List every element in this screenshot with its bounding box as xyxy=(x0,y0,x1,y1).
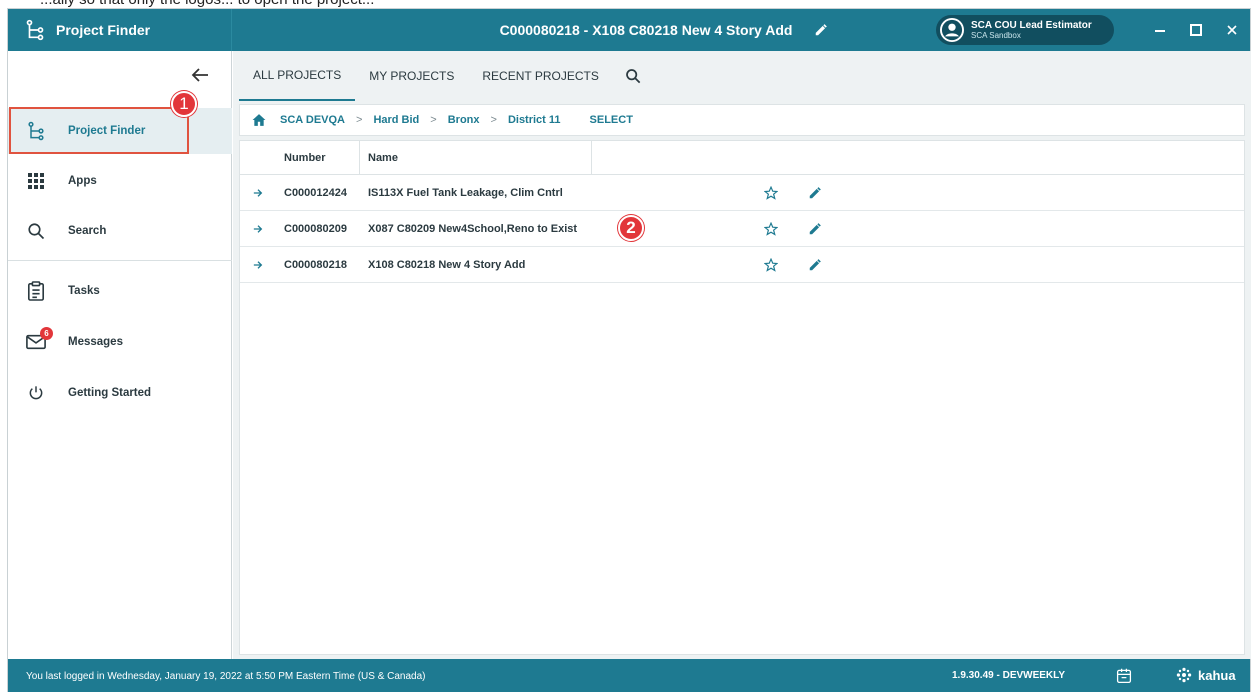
app-name: Project Finder xyxy=(56,22,151,38)
sidebar-item-messages[interactable]: 6 Messages xyxy=(8,319,232,365)
last-login-text: You last logged in Wednesday, January 19… xyxy=(26,670,426,682)
project-name: X108 C80218 New 4 Story Add xyxy=(368,258,526,271)
tab-all-projects[interactable]: ALL PROJECTS xyxy=(239,51,356,101)
tab-my-projects[interactable]: MY PROJECTS xyxy=(355,51,468,101)
sidebar-item-getting-started[interactable]: Getting Started xyxy=(8,370,232,416)
breadcrumb-item-borough[interactable]: Bronx xyxy=(448,114,480,126)
projects-table: Number Name C000012424 IS113X Fuel Tank … xyxy=(239,140,1245,655)
apps-grid-icon xyxy=(28,173,44,189)
sidebar-item-apps[interactable]: Apps xyxy=(8,158,232,204)
breadcrumb-item-root[interactable]: SCA DEVQA xyxy=(280,114,345,126)
sidebar-item-label: Apps xyxy=(68,175,97,187)
home-icon[interactable] xyxy=(252,113,266,127)
table-header: Number Name xyxy=(240,140,1244,175)
title-bar: Project Finder C000080218 - X108 C80218 … xyxy=(8,9,1250,51)
arrow-right-icon xyxy=(253,260,263,269)
breadcrumb-separator: > xyxy=(430,114,437,126)
user-name: SCA COU Lead Estimator xyxy=(971,20,1092,31)
edit-pencil-icon[interactable] xyxy=(808,258,822,272)
sidebar-item-tasks[interactable]: Tasks xyxy=(8,268,232,314)
project-title-area: C000080218 - X108 C80218 New 4 Story Add xyxy=(232,22,936,38)
tab-recent-projects[interactable]: RECENT PROJECTS xyxy=(468,51,612,101)
project-tree-icon xyxy=(28,121,44,141)
project-tabs: ALL PROJECTS MY PROJECTS RECENT PROJECTS xyxy=(239,51,1245,101)
project-name: IS113X Fuel Tank Leakage, Clim Cntrl xyxy=(368,186,563,199)
minimize-button[interactable] xyxy=(1142,9,1178,51)
project-number: C000080209 xyxy=(284,222,348,235)
brand-logo: kahua xyxy=(1176,667,1236,683)
caption-text: ...ally so that only the logos... to ope… xyxy=(0,0,1255,8)
arrow-right-icon xyxy=(253,188,263,197)
sidebar-item-label: Search xyxy=(68,225,107,237)
sidebar-item-label: Tasks xyxy=(68,285,100,297)
maximize-icon xyxy=(1190,24,1202,36)
search-icon xyxy=(28,223,45,240)
column-header-name[interactable]: Name xyxy=(360,140,592,175)
sidebar-item-project-finder[interactable]: Project Finder xyxy=(8,108,232,154)
main-content: ALL PROJECTS MY PROJECTS RECENT PROJECTS… xyxy=(233,51,1251,659)
callout-badge-2: 2 xyxy=(618,215,644,241)
edit-title-icon[interactable] xyxy=(814,23,828,37)
project-name: X087 C80209 New4School,Reno to Exist xyxy=(368,222,578,235)
breadcrumb-select-button[interactable]: SELECT xyxy=(590,114,633,126)
user-menu[interactable]: SCA COU Lead Estimator SCA Sandbox xyxy=(936,15,1114,45)
calendar-icon[interactable] xyxy=(1116,668,1132,684)
avatar xyxy=(940,18,964,42)
kahua-logo-icon xyxy=(1176,667,1192,683)
sidebar: Project Finder Apps Search Tasks 6 Messa… xyxy=(8,51,232,659)
tab-search-button[interactable] xyxy=(613,51,653,101)
close-icon xyxy=(1227,25,1237,35)
breadcrumb-separator: > xyxy=(356,114,363,126)
breadcrumb-separator: > xyxy=(490,114,497,126)
breadcrumb: SCA DEVQA > Hard Bid > Bronx > District … xyxy=(239,104,1245,136)
search-icon xyxy=(625,69,641,84)
user-icon xyxy=(941,19,963,41)
status-bar: You last logged in Wednesday, January 19… xyxy=(8,659,1250,692)
collapse-sidebar-icon[interactable] xyxy=(188,63,212,87)
favorite-star-icon[interactable] xyxy=(764,222,778,236)
close-button[interactable] xyxy=(1214,9,1250,51)
power-icon xyxy=(29,386,43,400)
app-header: Project Finder xyxy=(8,9,232,51)
edit-pencil-icon[interactable] xyxy=(808,222,822,236)
table-row[interactable]: C000080218 X108 C80218 New 4 Story Add xyxy=(240,247,1244,283)
breadcrumb-item-bid-type[interactable]: Hard Bid xyxy=(373,114,419,126)
clipboard-icon xyxy=(27,281,45,301)
arrow-right-icon xyxy=(253,224,263,233)
messages-count-badge: 6 xyxy=(40,327,53,340)
favorite-star-icon[interactable] xyxy=(764,258,778,272)
sidebar-item-label: Messages xyxy=(68,336,123,348)
sidebar-item-label: Project Finder xyxy=(68,125,146,137)
user-environment: SCA Sandbox xyxy=(971,31,1021,40)
sidebar-item-search[interactable]: Search xyxy=(8,208,232,254)
project-title: C000080218 - X108 C80218 New 4 Story Add xyxy=(499,22,793,38)
edit-pencil-icon[interactable] xyxy=(808,186,822,200)
app-window: Project Finder C000080218 - X108 C80218 … xyxy=(7,8,1251,692)
version-label: 1.9.30.49 - DEVWEEKLY xyxy=(952,670,1066,681)
callout-badge-1: 1 xyxy=(171,91,197,117)
maximize-button[interactable] xyxy=(1178,9,1214,51)
minimize-icon xyxy=(1155,30,1165,32)
brand-name: kahua xyxy=(1198,667,1236,683)
sidebar-divider xyxy=(8,260,232,261)
project-tree-icon xyxy=(26,19,44,41)
table-row[interactable]: C000080209 X087 C80209 New4School,Reno t… xyxy=(240,211,1244,247)
column-header-number[interactable]: Number xyxy=(276,140,360,175)
project-number: C000080218 xyxy=(284,258,348,271)
favorite-star-icon[interactable] xyxy=(764,186,778,200)
sidebar-item-label: Getting Started xyxy=(68,387,152,399)
project-number: C000012424 xyxy=(284,186,348,199)
table-row[interactable]: C000012424 IS113X Fuel Tank Leakage, Cli… xyxy=(240,175,1244,211)
breadcrumb-item-district[interactable]: District 11 xyxy=(508,114,561,126)
